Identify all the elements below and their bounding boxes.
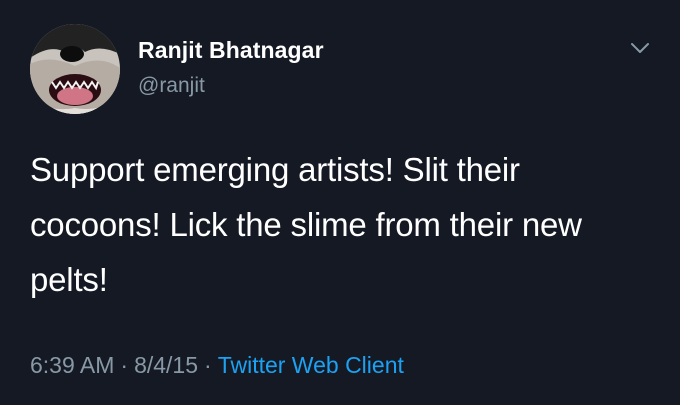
client-link[interactable]: Twitter Web Client (218, 352, 404, 378)
tweet-card: Ranjit Bhatnagar @ranjit Support emergin… (0, 0, 680, 405)
dog-avatar-image (30, 24, 120, 114)
meta-separator-2: · (204, 352, 212, 378)
tweet-time[interactable]: 6:39 AM (30, 352, 114, 378)
chevron-down-icon[interactable] (626, 38, 654, 58)
tweet-text: Support emerging artists! Slit their coc… (30, 151, 582, 298)
avatar[interactable] (30, 24, 120, 114)
tweet-date[interactable]: 8/4/15 (134, 352, 198, 378)
display-name[interactable]: Ranjit Bhatnagar (138, 37, 324, 64)
user-handle[interactable]: @ranjit (138, 74, 205, 98)
meta-separator: · (120, 352, 129, 378)
tweet-meta: 6:39 AM · 8/4/15 · Twitter Web Client (30, 352, 404, 379)
